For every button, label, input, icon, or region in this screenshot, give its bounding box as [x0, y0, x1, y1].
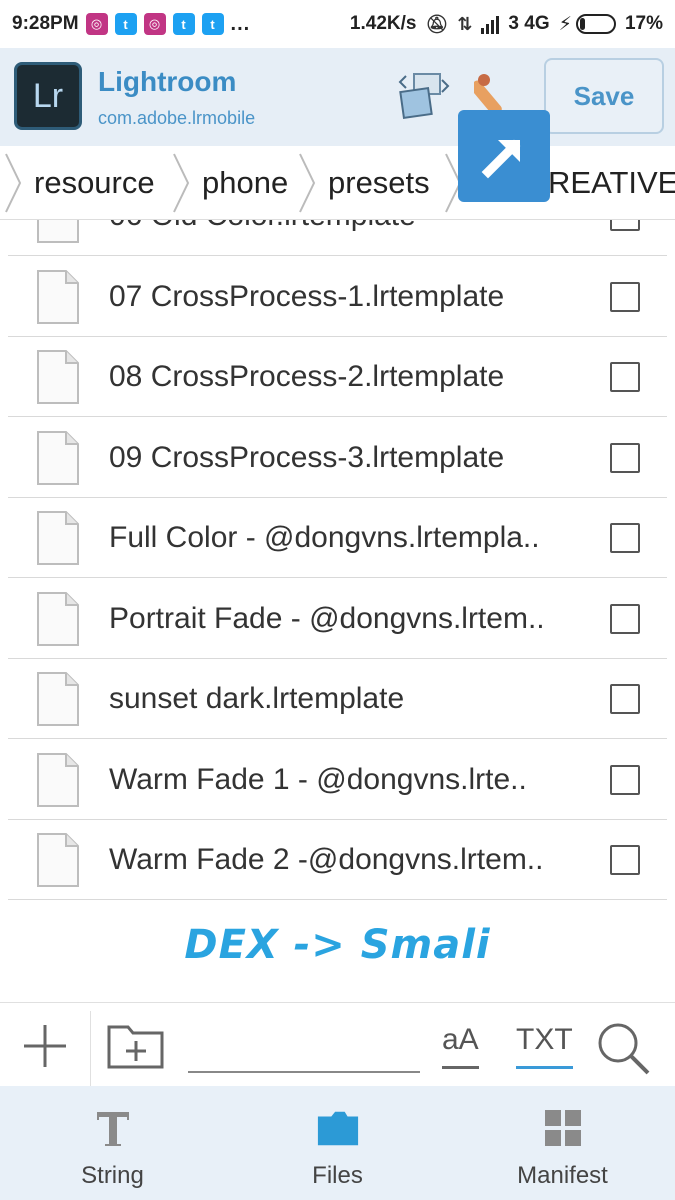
mute-icon: 🔕︎	[425, 13, 449, 34]
file-row[interactable]: Warm Fade 1 - @dongvns.lrte..	[8, 740, 667, 820]
signal-icon	[481, 14, 500, 34]
breadcrumb-separator-icon	[173, 153, 190, 213]
battery-indicator: ⚡︎	[559, 13, 616, 36]
bottom-toolbar: aA TXT	[0, 1002, 675, 1087]
battery-percent: 17%	[624, 13, 663, 34]
charging-icon: ⚡︎	[558, 13, 572, 35]
case-sensitive-toggle[interactable]: aA	[442, 1023, 479, 1069]
grid-icon	[541, 1106, 585, 1150]
txt-filter-toggle[interactable]: TXT	[516, 1023, 573, 1069]
nav-tab-manifest[interactable]: Manifest	[450, 1086, 675, 1200]
file-checkbox[interactable]	[610, 764, 640, 795]
file-checkbox[interactable]	[610, 220, 640, 231]
file-row[interactable]: Portrait Fade - @dongvns.lrtem..	[8, 579, 667, 659]
nav-tab-string[interactable]: String	[0, 1086, 225, 1200]
app-header: Lr Lightroom com.adobe.lrmobile Save	[0, 48, 675, 146]
status-left: 9:28PM ◎ t ◎ t t ...	[12, 13, 250, 36]
breadcrumb-item-presets[interactable]: presets	[328, 146, 430, 219]
file-name: sunset dark.lrtemplate	[109, 682, 405, 715]
breadcrumb: resource phone presets REATIVE	[0, 146, 675, 220]
file-name: Portrait Fade - @dongvns.lrtem..	[109, 601, 545, 635]
breadcrumb-item-current[interactable]: REATIVE	[548, 146, 675, 219]
network-type: 3 4G	[508, 13, 550, 34]
file-icon	[37, 430, 79, 485]
new-folder-icon[interactable]	[106, 1019, 166, 1071]
nav-label-string: String	[81, 1162, 144, 1189]
app-logo: Lr	[14, 62, 82, 130]
file-name: 06 Old Color.lrtemplate	[109, 220, 416, 256]
file-list: 06 Old Color.lrtemplate 07 CrossProcess-1…	[0, 220, 675, 1000]
file-row[interactable]: 07 CrossProcess-1.lrtemplate	[8, 257, 667, 337]
twitter-icon: t	[201, 13, 224, 35]
file-name: Warm Fade 1 - @dongvns.lrte..	[109, 762, 527, 796]
breadcrumb-separator-icon	[5, 153, 22, 213]
twitter-icon: t	[172, 13, 195, 35]
toolbar-divider	[90, 1011, 91, 1087]
twitter-icon: t	[114, 13, 137, 35]
file-row[interactable]: Warm Fade 2 -@dongvns.lrtem..	[8, 820, 667, 900]
string-T-icon	[91, 1106, 135, 1150]
filter-input[interactable]	[188, 1029, 420, 1073]
file-checkbox[interactable]	[610, 684, 640, 714]
bottom-nav: String Files Manifest	[0, 1086, 675, 1200]
nav-label-manifest: Manifest	[517, 1162, 608, 1189]
file-icon	[37, 269, 79, 324]
breadcrumb-item-phone[interactable]: phone	[202, 146, 288, 219]
file-row[interactable]: 08 CrossProcess-2.lrtemplate	[8, 337, 667, 417]
replace-icon[interactable]	[396, 70, 452, 122]
clock: 9:28PM	[12, 13, 79, 34]
data-transfer-icon: ⇅	[457, 13, 473, 34]
file-checkbox[interactable]	[610, 603, 640, 634]
file-name: 07 CrossProcess-1.lrtemplate	[109, 279, 505, 313]
instagram-icon: ◎	[85, 13, 108, 35]
app-package: com.adobe.lrmobile	[98, 108, 256, 128]
file-icon	[37, 511, 79, 565]
file-checkbox[interactable]	[610, 362, 640, 392]
more-notifications-icon: ...	[230, 12, 251, 35]
status-bar: 9:28PM ◎ t ◎ t t ... 1.42K/s 🔕︎ ⇅ 3 4G ⚡…	[0, 0, 675, 48]
file-icon	[37, 350, 79, 404]
breadcrumb-item-resource[interactable]: resource	[34, 146, 155, 219]
save-button[interactable]: Save	[544, 58, 664, 134]
status-right: 1.42K/s 🔕︎ ⇅ 3 4G ⚡︎ 17%	[350, 13, 663, 36]
file-checkbox[interactable]	[610, 845, 640, 875]
file-icon	[37, 672, 79, 726]
net-speed: 1.42K/s	[349, 13, 417, 34]
file-row[interactable]: sunset dark.lrtemplate	[8, 659, 667, 739]
file-checkbox[interactable]	[610, 442, 640, 473]
file-name: 08 CrossProcess-2.lrtemplate	[109, 360, 505, 393]
nav-label-files: Files	[312, 1162, 363, 1189]
open-external-icon[interactable]	[458, 110, 550, 202]
file-icon	[37, 752, 79, 807]
add-icon[interactable]	[20, 1021, 70, 1071]
breadcrumb-separator-icon	[299, 153, 316, 213]
search-icon[interactable]	[594, 1019, 652, 1077]
file-icon	[37, 833, 79, 887]
file-name: Full Color - @dongvns.lrtempla..	[109, 521, 540, 554]
file-name: Warm Fade 2 -@dongvns.lrtem..	[109, 843, 544, 876]
file-icon	[37, 220, 79, 243]
app-name: Lightroom	[98, 66, 237, 97]
battery-icon	[575, 14, 616, 34]
nav-tab-files[interactable]: Files	[225, 1086, 450, 1200]
file-row[interactable]: 06 Old Color.lrtemplate	[8, 220, 667, 256]
file-name: 09 CrossProcess-3.lrtemplate	[109, 440, 505, 474]
file-checkbox[interactable]	[610, 523, 640, 553]
file-row[interactable]: Full Color - @dongvns.lrtempla..	[8, 498, 667, 578]
dex-smali-label[interactable]: DEX -> Smali	[0, 922, 675, 968]
folder-icon	[316, 1106, 360, 1150]
file-icon	[37, 591, 79, 646]
instagram-icon: ◎	[143, 13, 166, 35]
file-row[interactable]: 09 CrossProcess-3.lrtemplate	[8, 418, 667, 498]
file-checkbox[interactable]	[610, 281, 640, 312]
